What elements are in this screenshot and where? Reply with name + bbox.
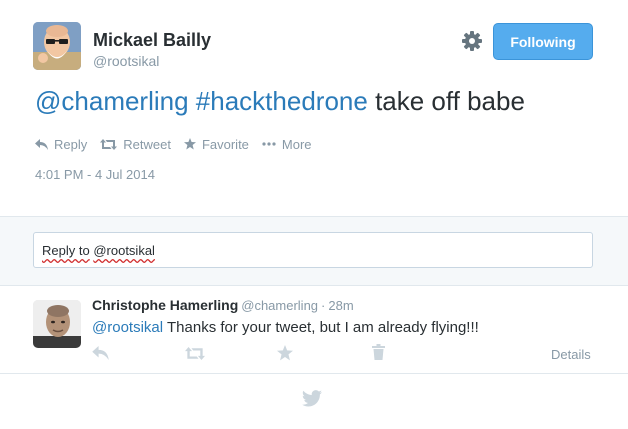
twitter-bird-icon <box>302 390 322 408</box>
retweet-action[interactable]: Retweet <box>100 137 171 152</box>
more-action[interactable]: More <box>262 137 312 152</box>
gear-icon[interactable] <box>460 29 484 53</box>
reply-prefix: Reply to <box>42 243 90 258</box>
reply-icon <box>35 138 48 150</box>
reply-icon[interactable] <box>92 346 109 365</box>
reply-body: Thanks for your tweet, but I am already … <box>167 319 479 336</box>
retweet-icon[interactable] <box>185 347 205 365</box>
tweet-actions: Reply Retweet Favorite More <box>35 136 325 152</box>
favorite-action-label: Favorite <box>201 136 249 152</box>
reply-input[interactable]: Reply to @rootsikal <box>33 232 593 268</box>
star-icon[interactable] <box>277 345 293 366</box>
reply-separator: · <box>321 298 326 313</box>
trash-icon[interactable] <box>372 344 385 365</box>
reply-author-name[interactable]: Christophe Hamerling <box>92 297 238 313</box>
reply-author-avatar[interactable] <box>33 300 81 348</box>
hashtag-link[interactable]: #hackthedrone <box>196 86 368 116</box>
reply-handle: @rootsikal <box>93 243 155 258</box>
reply-action-label: Reply <box>54 136 88 152</box>
retweet-action-label: Retweet <box>123 136 171 152</box>
mention-link[interactable]: @chamerling <box>35 86 189 116</box>
author-avatar[interactable] <box>33 22 81 70</box>
reply-action[interactable]: Reply <box>35 137 87 152</box>
more-action-label: More <box>281 136 312 152</box>
details-link[interactable]: Details <box>551 347 591 362</box>
reply-age[interactable]: 28m <box>328 298 353 313</box>
more-icon <box>262 142 276 146</box>
tweet-timestamp[interactable]: 4:01 PM - 4 Jul 2014 <box>35 167 155 182</box>
tweet-body: take off babe <box>375 86 525 116</box>
author-name[interactable]: Mickael Bailly <box>93 30 211 51</box>
reply-mention-link[interactable]: @rootsikal <box>92 319 163 336</box>
retweet-icon <box>100 138 118 150</box>
tweet-text: @chamerling #hackthedrone take off babe <box>35 86 525 117</box>
following-button[interactable]: Following <box>493 23 593 60</box>
reply-author-handle[interactable]: @chamerling <box>241 298 318 313</box>
star-icon <box>183 138 196 150</box>
favorite-action[interactable]: Favorite <box>183 136 249 152</box>
reply-text: @rootsikal Thanks for your tweet, but I … <box>92 319 479 336</box>
author-handle[interactable]: @rootsikal <box>93 53 159 69</box>
reply-header: Christophe Hamerling @chamerling · 28m <box>92 297 354 313</box>
